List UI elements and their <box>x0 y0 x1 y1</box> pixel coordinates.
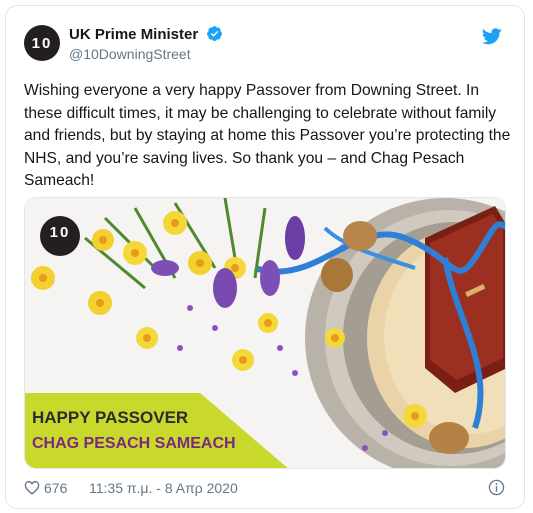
avatar[interactable]: 10 <box>24 25 60 61</box>
twitter-bird-icon[interactable] <box>482 28 502 45</box>
display-name[interactable]: UK Prime Minister <box>69 25 198 44</box>
info-icon[interactable] <box>488 479 505 496</box>
walnut <box>321 258 353 292</box>
tweet-card[interactable]: 10 UK Prime Minister @10DowningStreet Wi… <box>5 5 525 509</box>
passover-illustration <box>25 198 505 468</box>
handle[interactable]: @10DowningStreet <box>69 45 223 63</box>
walnut <box>343 221 377 251</box>
tweet-footer: 676 11:35 π.μ. - 8 Απρ 2020 <box>24 478 508 498</box>
haggadah-book <box>425 206 505 393</box>
avatar-text: 10 <box>31 34 53 52</box>
banner-line-1: HAPPY PASSOVER <box>32 408 189 427</box>
walnut <box>429 422 469 454</box>
like-count[interactable]: 676 <box>44 480 67 496</box>
timestamp[interactable]: 11:35 π.μ. - 8 Απρ 2020 <box>89 480 238 496</box>
tweet-image[interactable]: 10 HAPPY PASSOVER CHAG PESACH SAMEACH <box>24 197 506 469</box>
user-block[interactable]: UK Prime Minister @10DowningStreet <box>69 25 223 63</box>
heart-icon[interactable] <box>24 480 40 495</box>
banner-line-2: CHAG PESACH SAMEACH <box>32 435 236 452</box>
verified-badge-icon <box>206 26 222 42</box>
media-logo-text: 10 <box>49 224 71 241</box>
tweet-text: Wishing everyone a very happy Passover f… <box>24 82 511 189</box>
